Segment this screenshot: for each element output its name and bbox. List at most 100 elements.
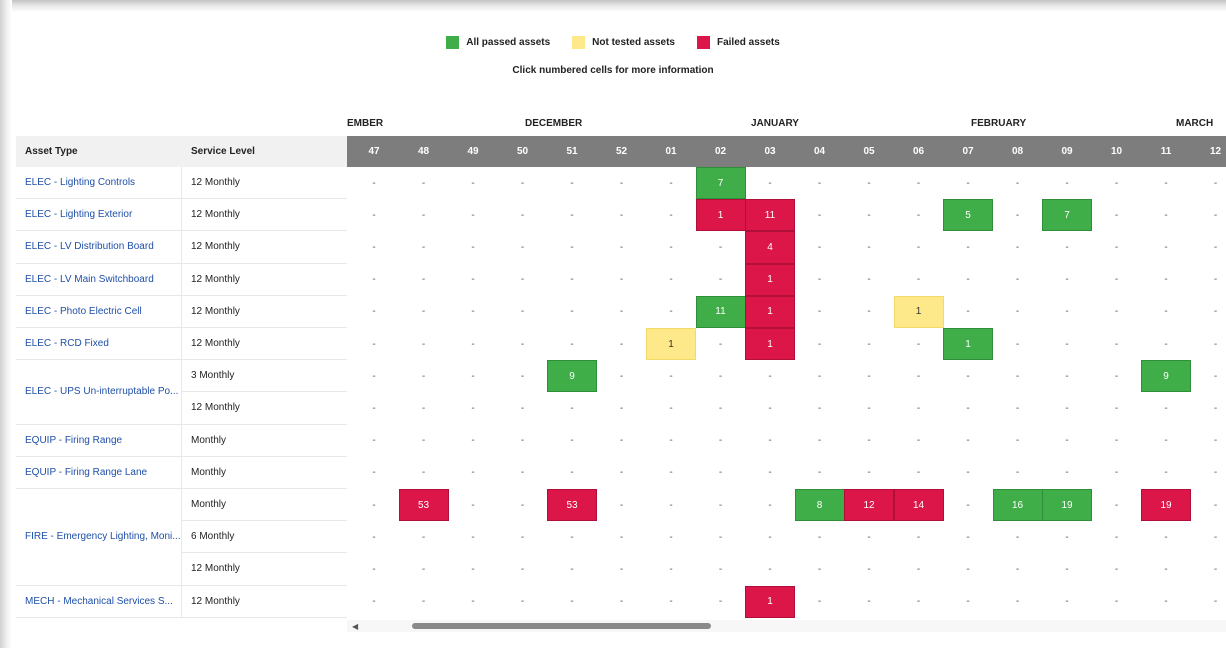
empty-week-cell: - — [1065, 435, 1069, 447]
empty-week-cell: - — [1015, 306, 1020, 318]
failed-assets-cell[interactable]: 11 — [745, 199, 795, 232]
passed-assets-cell[interactable]: 8 — [794, 489, 845, 522]
service-level-cell: 12 Monthly — [182, 328, 347, 361]
asset-type-link[interactable]: ELEC - UPS Un-interruptable Po... — [16, 360, 182, 425]
asset-type-link[interactable]: ELEC - RCD Fixed — [16, 328, 182, 361]
passed-assets-cell[interactable]: 5 — [943, 199, 993, 232]
service-level-cell: 12 Monthly — [182, 553, 347, 586]
empty-week-cell: - — [1015, 402, 1020, 414]
scroll-left-arrow-icon[interactable]: ◀ — [352, 622, 358, 631]
empty-week-cell: - — [1164, 435, 1168, 447]
passed-assets-cell[interactable]: 7 — [695, 167, 746, 200]
empty-week-cell: - — [1164, 209, 1168, 221]
empty-week-cell: - — [520, 531, 525, 543]
failed-assets-cell[interactable]: 1 — [745, 328, 795, 361]
empty-week-cell: - — [867, 563, 871, 575]
empty-week-cell: - — [520, 370, 525, 382]
month-row: EMBER DECEMBER JANUARY FEBRUARY MARCH — [347, 118, 1226, 130]
empty-week-cell: - — [669, 370, 673, 382]
failed-assets-cell[interactable]: 53 — [398, 489, 449, 522]
empty-week-cell: - — [867, 177, 871, 189]
asset-type-link[interactable]: ELEC - LV Main Switchboard — [16, 263, 182, 296]
failed-assets-cell[interactable]: 1 — [695, 199, 746, 232]
failed-assets-cell[interactable]: 14 — [893, 489, 944, 522]
empty-week-cell: - — [471, 435, 475, 447]
empty-week-cell: - — [421, 370, 426, 382]
empty-week-cell: - — [817, 274, 822, 286]
asset-type-link[interactable]: ELEC - Lighting Controls — [16, 167, 182, 200]
scrollbar-thumb[interactable] — [412, 623, 711, 629]
asset-type-link[interactable]: FIRE - Emergency Lighting, Moni... — [16, 489, 182, 586]
horizontal-scrollbar[interactable]: ◀ — [347, 620, 1226, 632]
empty-week-cell: - — [718, 435, 723, 447]
empty-week-cell: - — [867, 338, 871, 350]
asset-type-link[interactable]: EQUIP - Firing Range Lane — [16, 456, 182, 489]
empty-week-cell: - — [1015, 241, 1020, 253]
empty-week-cell: - — [669, 467, 673, 479]
empty-week-cell: - — [916, 467, 921, 479]
empty-week-cell: - — [916, 402, 921, 414]
week-label: 05 — [863, 146, 875, 157]
service-level-cell: 12 Monthly — [182, 392, 347, 425]
column-header-asset-type[interactable]: Asset Type — [16, 136, 182, 167]
empty-week-cell: - — [718, 370, 723, 382]
passed-assets-cell[interactable]: 9 — [547, 360, 597, 393]
week-label: 01 — [665, 146, 677, 157]
empty-week-cell: - — [867, 596, 871, 608]
empty-week-cell: - — [966, 435, 970, 447]
asset-type-link[interactable]: ELEC - Lighting Exterior — [16, 199, 182, 232]
failed-assets-cell[interactable]: 4 — [745, 231, 795, 264]
empty-week-cell: - — [1015, 177, 1020, 189]
empty-week-cell: - — [1213, 435, 1218, 447]
asset-type-link[interactable]: EQUIP - Firing Range — [16, 424, 182, 457]
empty-week-cell: - — [817, 177, 822, 189]
empty-week-cell: - — [1164, 596, 1168, 608]
passed-assets-cell[interactable]: 11 — [695, 295, 746, 328]
passed-assets-cell[interactable]: 1 — [943, 328, 993, 361]
empty-week-cell: - — [966, 499, 970, 511]
week-label: 52 — [615, 146, 628, 157]
failed-assets-cell[interactable]: 12 — [844, 489, 894, 522]
empty-week-cell: - — [619, 370, 624, 382]
passed-assets-cell[interactable]: 19 — [1042, 489, 1092, 522]
not-tested-assets-cell[interactable]: 1 — [893, 295, 944, 328]
empty-week-cell: - — [669, 499, 673, 511]
empty-week-cell: - — [1015, 596, 1020, 608]
asset-type-link[interactable]: ELEC - LV Distribution Board — [16, 231, 182, 264]
passed-assets-cell[interactable]: 7 — [1042, 199, 1092, 232]
empty-week-cell: - — [817, 531, 822, 543]
empty-week-cell: - — [718, 499, 723, 511]
empty-week-cell: - — [1213, 177, 1218, 189]
empty-week-cell: - — [916, 209, 921, 221]
empty-week-cell: - — [570, 209, 574, 221]
empty-week-cell: - — [570, 596, 574, 608]
empty-week-cell: - — [1213, 596, 1218, 608]
service-level-cell: 12 Monthly — [182, 296, 347, 328]
empty-week-cell: - — [867, 370, 871, 382]
failed-assets-cell[interactable]: 1 — [745, 295, 795, 328]
asset-type-link[interactable]: MECH - Mechanical Services S... — [16, 585, 182, 618]
empty-week-cell: - — [1114, 435, 1119, 447]
window-left-shadow — [0, 0, 12, 648]
service-level-cell: 12 Monthly — [182, 586, 347, 618]
passed-assets-cell[interactable]: 9 — [1141, 360, 1191, 393]
passed-assets-cell[interactable]: 16 — [992, 489, 1043, 522]
failed-assets-cell[interactable]: 1 — [745, 585, 795, 618]
column-header-service-level[interactable]: Service Level — [182, 136, 347, 167]
empty-week-cell: - — [1213, 467, 1218, 479]
asset-type-link[interactable]: ELEC - Photo Electric Cell — [16, 295, 182, 328]
empty-week-cell: - — [1164, 306, 1168, 318]
empty-week-cell: - — [619, 209, 624, 221]
empty-week-cell: - — [669, 306, 673, 318]
empty-week-cell: - — [1114, 177, 1119, 189]
empty-week-cell: - — [372, 274, 376, 286]
failed-assets-cell[interactable]: 19 — [1141, 489, 1191, 522]
empty-week-cell: - — [372, 596, 376, 608]
empty-week-cell: - — [718, 596, 723, 608]
failed-assets-cell[interactable]: 53 — [547, 489, 597, 522]
week-label: 12 — [1209, 146, 1222, 157]
failed-assets-cell[interactable]: 1 — [745, 263, 795, 296]
not-tested-assets-cell[interactable]: 1 — [646, 328, 696, 361]
month-label: DECEMBER — [525, 118, 583, 129]
empty-week-cell: - — [421, 596, 426, 608]
